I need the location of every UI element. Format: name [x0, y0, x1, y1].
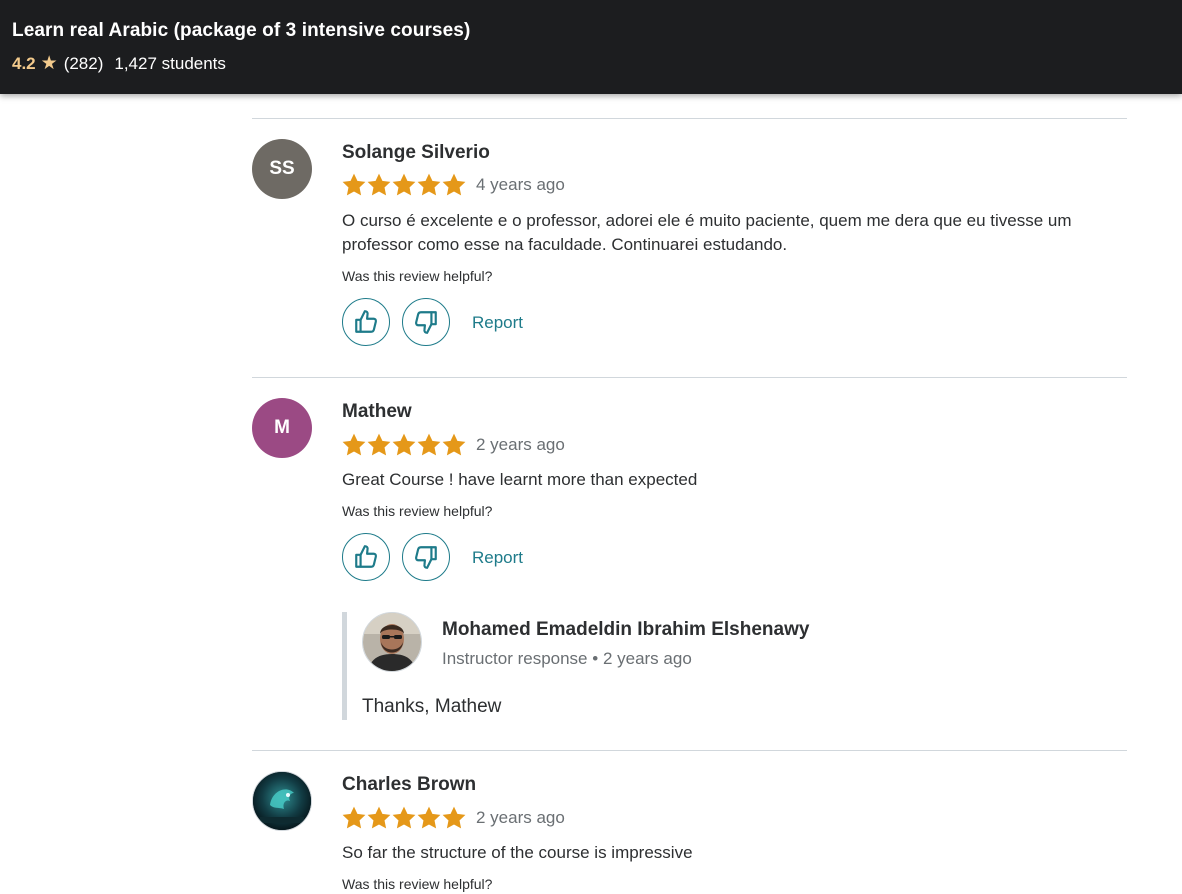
review-divider [252, 118, 1127, 119]
review-rating: 2 years ago [342, 806, 565, 830]
avatar [252, 771, 312, 831]
review-time: 4 years ago [476, 175, 565, 194]
rating-count: (282) [63, 53, 104, 73]
star-icon [442, 806, 466, 829]
star-rating [342, 173, 466, 197]
meta-separator: • [592, 649, 603, 668]
review-time: 2 years ago [476, 808, 565, 827]
star-icon [367, 806, 391, 829]
thumbs-up-icon [355, 545, 377, 568]
reviewer-name: Mathew [342, 401, 412, 422]
student-count: 1,427 students [114, 53, 226, 73]
thumbs-down-button[interactable] [402, 298, 450, 346]
star-icon [392, 173, 416, 196]
course-header: Learn real Arabic (package of 3 intensiv… [0, 0, 1182, 94]
review-text: So far the structure of the course is im… [342, 843, 693, 862]
instructor-response: Mohamed Emadeldin Ibrahim Elshenawy Inst… [342, 612, 947, 720]
instructor-avatar [362, 612, 422, 672]
star-icon [342, 173, 366, 196]
response-time: 2 years ago [602, 649, 692, 668]
star-rating [342, 433, 466, 457]
helpful-prompt: Was this review helpful? [342, 876, 493, 892]
review-text: Great Course ! have learnt more than exp… [342, 470, 698, 489]
review-divider [252, 750, 1127, 751]
star-icon [417, 173, 441, 196]
thumbs-up-button[interactable] [342, 298, 390, 346]
course-meta: 4.2 ★ (282) 1,427 students [12, 52, 226, 75]
review-rating: 4 years ago [342, 173, 565, 197]
thumbs-up-button[interactable] [342, 533, 390, 581]
star-icon [367, 433, 391, 456]
star-icon [342, 433, 366, 456]
reviewer-name: Charles Brown [342, 774, 477, 795]
star-icon [392, 806, 416, 829]
star-icon [417, 806, 441, 829]
report-link[interactable]: Report [472, 548, 523, 568]
star-icon [442, 433, 466, 456]
response-meta: Instructor response • 2 years ago [442, 649, 692, 669]
course-title: Learn real Arabic (package of 3 intensiv… [12, 20, 471, 41]
avatar: SS [252, 139, 312, 199]
helpful-prompt: Was this review helpful? [342, 503, 493, 519]
response-role: Instructor response [442, 649, 588, 668]
thumbs-down-button[interactable] [402, 533, 450, 581]
review-divider [252, 377, 1127, 378]
helpful-prompt: Was this review helpful? [342, 268, 493, 284]
thumbs-down-icon [415, 546, 437, 569]
review-rating: 2 years ago [342, 433, 565, 457]
star-icon [342, 806, 366, 829]
reviewer-name: Solange Silverio [342, 142, 490, 163]
report-link[interactable]: Report [472, 313, 523, 333]
star-icon [367, 173, 391, 196]
instructor-name: Mohamed Emadeldin Ibrahim Elshenawy [442, 619, 810, 640]
review-text: O curso é excelente e o professor, adore… [342, 211, 1072, 254]
star-icon [417, 433, 441, 456]
star-icon [392, 433, 416, 456]
thumbs-up-icon [355, 310, 377, 333]
star-rating [342, 806, 466, 830]
review-time: 2 years ago [476, 435, 565, 454]
thumbs-down-icon [415, 311, 437, 334]
course-rating: 4.2 [12, 53, 36, 73]
response-text: Thanks, Mathew [362, 696, 502, 717]
avatar: M [252, 398, 312, 458]
star-icon [442, 173, 466, 196]
star-icon: ★ [40, 53, 58, 74]
